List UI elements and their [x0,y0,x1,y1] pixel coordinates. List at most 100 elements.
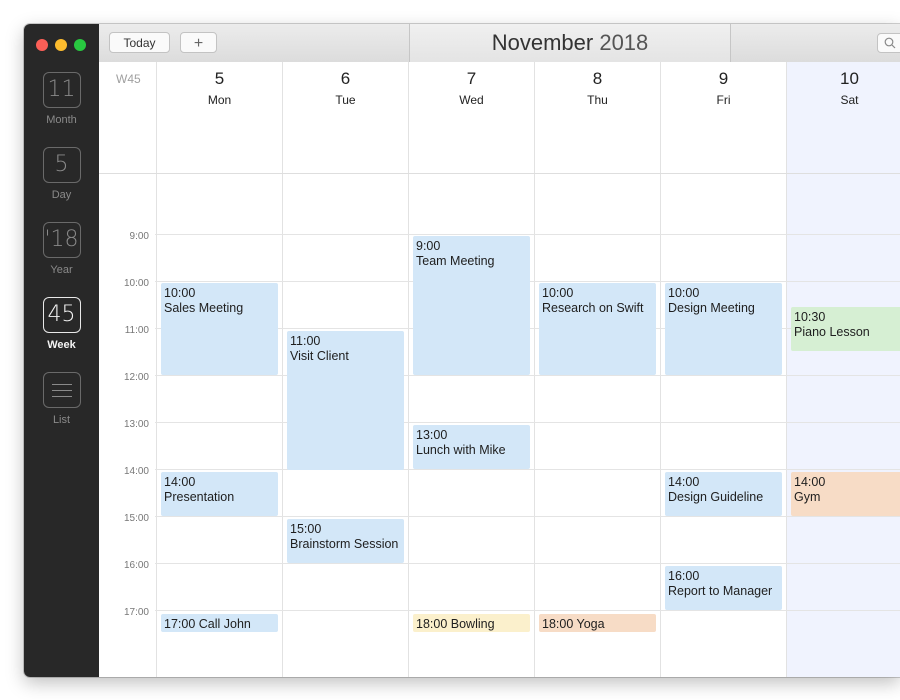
day-header-thu[interactable]: 8 Thu [534,62,660,173]
month-title: November 2018 [409,24,731,62]
sidebar: 11 Month 5 Day '18 Year 45 Week List [24,24,99,677]
search-field[interactable] [877,33,900,53]
search-icon [884,37,896,49]
event-sales-meeting[interactable]: 10:00 Sales Meeting [161,283,278,375]
day-column-sat[interactable] [786,174,900,677]
event-title: Report to Manager [668,584,773,598]
day-column-thu[interactable] [534,174,660,677]
event-time: 10:30 [794,310,826,324]
hour-line [155,563,900,564]
hour-line [155,516,900,517]
event-title: Design Meeting [668,301,755,315]
event-yoga[interactable]: 18:00 Yoga [539,614,656,632]
view-week-button[interactable]: 45 Week [24,297,99,351]
event-gym[interactable]: 14:00 Gym [791,472,900,516]
hour-line [155,375,900,376]
day-header-mon[interactable]: 5 Mon [156,62,282,173]
week-icon: 45 [42,297,81,333]
event-bowling[interactable]: 18:00 Bowling [413,614,530,632]
month-name: November [491,30,594,55]
event-report-to-manager[interactable]: 16:00 Report to Manager [665,566,782,610]
day-header-wed[interactable]: 7 Wed [408,62,534,173]
add-event-button[interactable]: + [180,32,217,53]
view-year-button[interactable]: '18 Year [24,222,99,276]
time-label-10: 10:00 [123,278,149,289]
event-time: 18:00 [542,617,574,631]
day-number: 6 [340,69,351,88]
day-header-sat[interactable]: 10 Sat [786,62,900,173]
event-presentation[interactable]: 14:00 Presentation [161,472,278,516]
day-number: 10 [840,69,859,88]
event-time: 14:00 [164,475,196,489]
event-time: 14:00 [668,475,700,489]
day-name: Thu [587,93,608,107]
week-grid[interactable]: 9:00 10:00 11:00 12:00 13:00 14:00 15:00… [99,174,900,677]
today-button[interactable]: Today [109,32,170,53]
event-title: Research on Swift [542,301,644,315]
view-month-label: Month [46,114,77,126]
day-name: Tue [335,93,356,107]
event-call-john[interactable]: 17:00 Call John [161,614,278,632]
event-time: 18:00 [416,617,448,631]
time-label-12: 12:00 [123,372,149,383]
day-name: Sat [840,93,859,107]
calendar-window: 11 Month 5 Day '18 Year 45 Week List Tod… [24,24,900,677]
view-list-button[interactable]: List [24,372,99,426]
time-label-13: 13:00 [123,419,149,430]
event-time: 10:00 [668,286,700,300]
hour-line [155,469,900,470]
view-list-label: List [52,414,71,426]
event-time: 15:00 [290,522,322,536]
event-time: 17:00 [164,617,196,631]
view-year-label: Year [50,264,73,276]
close-window-button[interactable] [36,39,48,51]
event-title: Visit Client [290,349,349,363]
time-label-15: 15:00 [123,513,149,524]
event-time: 9:00 [416,239,441,253]
time-label-14: 14:00 [123,466,149,477]
day-number: 7 [466,69,477,88]
event-title: Yoga [576,617,605,631]
event-time: 10:00 [542,286,574,300]
day-number: 8 [592,69,603,88]
month-icon: 11 [42,72,81,108]
week-header: W45 5 Mon 6 Tue 7 Wed 8 Thu 9 Fri 10 Sat [99,62,900,174]
week-number: W45 [116,72,141,86]
view-month-button[interactable]: 11 Month [24,72,99,126]
day-column-mon[interactable] [156,174,282,677]
year-icon: '18 [42,222,81,258]
day-header-fri[interactable]: 9 Fri [660,62,786,173]
event-research-on-swift[interactable]: 10:00 Research on Swift [539,283,656,375]
day-name: Wed [459,93,484,107]
event-title: Bowling [450,617,495,631]
event-visit-client[interactable]: 11:00 Visit Client [287,331,404,470]
view-week-label: Week [47,339,76,351]
event-team-meeting[interactable]: 9:00 Team Meeting [413,236,530,375]
event-piano-lesson[interactable]: 10:30 Piano Lesson [791,307,900,351]
event-title: Piano Lesson [794,325,870,339]
hour-line [155,234,900,235]
day-number: 5 [214,69,225,88]
event-title: Design Guideline [668,490,764,504]
day-number: 9 [718,69,729,88]
day-icon: 5 [42,147,81,183]
day-header-tue[interactable]: 6 Tue [282,62,408,173]
toolbar: Today + November 2018 [99,24,900,63]
time-label-17: 17:00 [123,607,149,618]
hour-line [155,422,900,423]
event-title: Gym [794,490,821,504]
day-name: Mon [207,93,232,107]
event-lunch-with-mike[interactable]: 13:00 Lunch with Mike [413,425,530,469]
hour-line [155,610,900,611]
zoom-window-button[interactable] [74,39,86,51]
view-day-label: Day [51,189,72,201]
minimize-window-button[interactable] [55,39,67,51]
event-design-meeting[interactable]: 10:00 Design Meeting [665,283,782,375]
event-brainstorm-session[interactable]: 15:00 Brainstorm Session [287,519,404,563]
view-day-button[interactable]: 5 Day [24,147,99,201]
list-icon [42,372,81,408]
year-name: 2018 [599,30,649,55]
event-title: Presentation [164,490,235,504]
event-title: Call John [198,617,251,631]
event-design-guideline[interactable]: 14:00 Design Guideline [665,472,782,516]
